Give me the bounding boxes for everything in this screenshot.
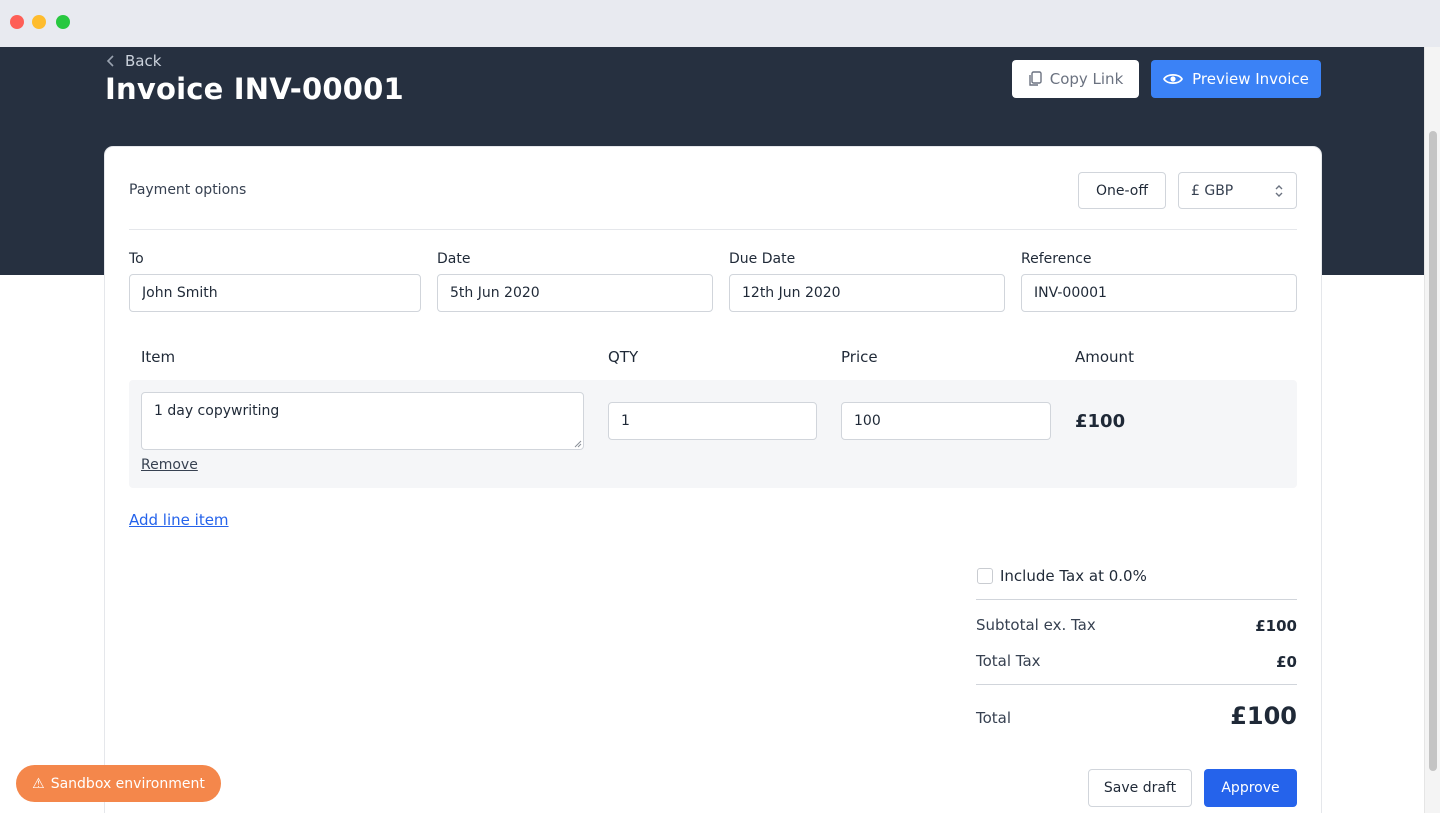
line-item-row: 1 day copywriting Remove £100: [129, 380, 1297, 488]
total-label: Total: [976, 709, 1012, 727]
line-amount: £100: [1075, 411, 1126, 432]
page-title: Invoice INV-00001: [105, 72, 404, 106]
remove-line-link[interactable]: Remove: [141, 457, 198, 473]
payment-options-label: Payment options: [129, 182, 247, 198]
subtotal-label: Subtotal ex. Tax: [976, 616, 1096, 634]
include-tax-checkbox[interactable]: [977, 568, 993, 584]
sandbox-environment-badge[interactable]: ⚠ Sandbox environment: [16, 765, 221, 802]
copy-link-label: Copy Link: [1049, 70, 1124, 88]
price-input[interactable]: [841, 402, 1051, 440]
window-close-button[interactable]: [10, 15, 24, 29]
reference-label: Reference: [1021, 251, 1092, 267]
reference-input[interactable]: [1021, 274, 1297, 312]
to-label: To: [129, 251, 144, 267]
frequency-button[interactable]: One-off: [1078, 172, 1166, 209]
item-description-input[interactable]: 1 day copywriting: [141, 392, 584, 450]
chevron-left-icon: [106, 55, 114, 67]
eye-icon: [1163, 73, 1184, 85]
total-tax-value: £0: [1276, 653, 1297, 671]
date-input[interactable]: [437, 274, 713, 312]
currency-value: £ GBP: [1191, 182, 1234, 199]
sandbox-label: Sandbox environment: [50, 775, 205, 792]
preview-invoice-label: Preview Invoice: [1192, 70, 1309, 88]
approve-button[interactable]: Approve: [1204, 769, 1297, 807]
item-column-header: Item: [141, 348, 176, 366]
date-label: Date: [437, 251, 471, 267]
copy-link-button[interactable]: Copy Link: [1012, 60, 1139, 98]
copy-icon: [1029, 71, 1042, 86]
add-line-item-link[interactable]: Add line item: [129, 511, 229, 529]
include-tax-label[interactable]: Include Tax at 0.0%: [1000, 567, 1147, 585]
total-value: £100: [1230, 702, 1297, 730]
scrollbar[interactable]: [1424, 47, 1440, 813]
window-maximize-button[interactable]: [56, 15, 70, 29]
currency-select[interactable]: £ GBP: [1178, 172, 1297, 209]
divider: [976, 684, 1297, 685]
to-input[interactable]: [129, 274, 421, 312]
back-link[interactable]: Back: [106, 52, 161, 70]
divider: [976, 599, 1297, 600]
price-column-header: Price: [841, 348, 878, 366]
window-titlebar: [0, 0, 1440, 47]
scrollbar-thumb[interactable]: [1429, 131, 1437, 771]
total-tax-label: Total Tax: [976, 652, 1041, 670]
resize-grip-icon[interactable]: [572, 438, 582, 448]
back-label: Back: [125, 52, 162, 70]
window-minimize-button[interactable]: [32, 15, 46, 29]
warning-icon: ⚠: [32, 775, 45, 792]
amount-column-header: Amount: [1075, 348, 1134, 366]
divider: [129, 229, 1297, 230]
invoice-card: Payment options One-off £ GBP To Date Du…: [105, 147, 1321, 813]
due-date-input[interactable]: [729, 274, 1005, 312]
preview-invoice-button[interactable]: Preview Invoice: [1151, 60, 1321, 98]
due-date-label: Due Date: [729, 251, 796, 267]
qty-input[interactable]: [608, 402, 817, 440]
qty-column-header: QTY: [608, 348, 639, 366]
select-arrows-icon: [1275, 184, 1283, 197]
subtotal-value: £100: [1255, 617, 1297, 635]
save-draft-button[interactable]: Save draft: [1088, 769, 1192, 807]
